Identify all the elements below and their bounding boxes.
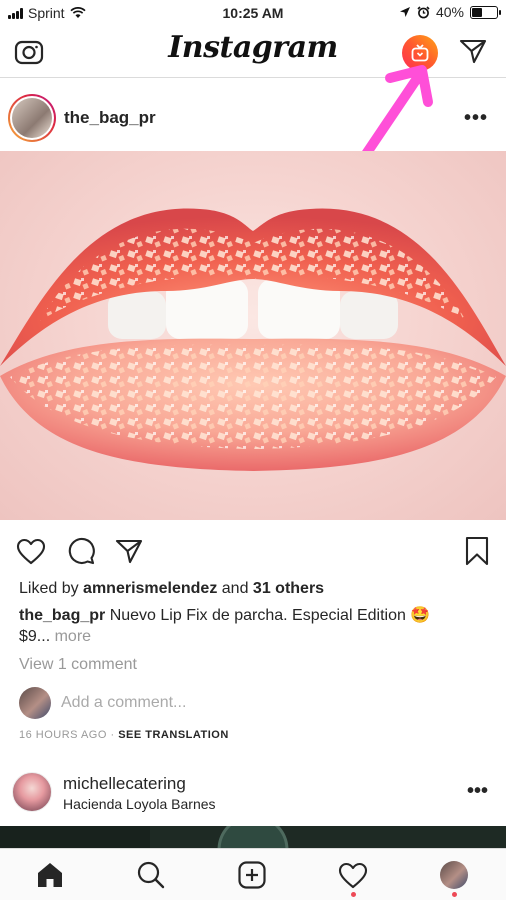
- likes-summary: Liked by amnerismelendez and 31 others: [19, 578, 324, 599]
- liked-prefix: Liked by: [19, 580, 84, 597]
- location-icon: [399, 7, 410, 17]
- battery-percent: 40%: [435, 4, 464, 20]
- battery-icon: [470, 5, 501, 19]
- direct-message-icon: [459, 39, 487, 64]
- meta-separator: ·: [106, 729, 119, 741]
- liked-user[interactable]: amnerismelendez: [83, 580, 217, 597]
- home-icon: [38, 863, 62, 887]
- next-post-header: michellecatering Hacienda Loyola Barnes …: [0, 766, 506, 826]
- share-icon: [115, 539, 143, 564]
- direct-message-button[interactable]: [456, 34, 490, 68]
- post-image[interactable]: [0, 151, 506, 520]
- comment-icon: [68, 537, 95, 565]
- next-post-more-options[interactable]: •••: [467, 780, 488, 803]
- bottom-nav: [0, 848, 506, 900]
- nav-activity[interactable]: [335, 857, 371, 897]
- status-bar: Sprint 10:25 AM 40%: [0, 0, 506, 26]
- nav-profile[interactable]: [436, 857, 472, 897]
- next-post-avatar[interactable]: [12, 772, 52, 812]
- comment-button[interactable]: [64, 534, 98, 568]
- add-comment-row[interactable]: Add a comment...: [19, 686, 186, 720]
- add-comment-input[interactable]: Add a comment...: [61, 694, 186, 712]
- post-more-options[interactable]: •••: [464, 107, 488, 130]
- new-post-icon: [238, 861, 266, 889]
- status-icons: 40%: [399, 4, 501, 20]
- profile-notification-dot: [451, 892, 457, 897]
- nav-search[interactable]: [133, 857, 169, 893]
- caption-more-link[interactable]: more: [55, 628, 91, 645]
- alarm-icon: [417, 5, 430, 18]
- heart-icon: [16, 538, 46, 564]
- next-photo-preview: [0, 826, 289, 848]
- post-actions: [0, 522, 506, 578]
- lips-photo: [0, 208, 506, 471]
- post-time: 16 HOURS AGO: [19, 729, 107, 741]
- profile-icon: [440, 861, 468, 889]
- share-button[interactable]: [112, 534, 146, 568]
- see-translation-link[interactable]: SEE TRANSLATION: [118, 729, 229, 741]
- caption-username[interactable]: the_bag_pr: [19, 607, 105, 624]
- post-caption: the_bag_pr Nuevo Lip Fix de parcha. Espe…: [19, 605, 489, 647]
- post-meta: 16 HOURS AGO · SEE TRANSLATION: [19, 729, 229, 741]
- save-button[interactable]: [460, 534, 494, 568]
- battery-fill: [472, 7, 482, 17]
- nav-new-post[interactable]: [234, 857, 270, 893]
- liked-others[interactable]: 31 others: [253, 580, 324, 597]
- next-post-location[interactable]: Hacienda Loyola Barnes: [63, 796, 216, 812]
- liked-mid: and: [217, 580, 253, 597]
- bookmark-icon: [465, 536, 489, 566]
- activity-notification-dot: [350, 892, 356, 897]
- next-post-image[interactable]: [0, 826, 506, 848]
- post-header: the_bag_pr •••: [0, 79, 506, 151]
- activity-icon: [338, 862, 368, 888]
- post-avatar[interactable]: [8, 94, 56, 142]
- view-comments-link[interactable]: View 1 comment: [19, 654, 137, 675]
- current-user-avatar: [19, 687, 51, 719]
- like-button[interactable]: [14, 534, 48, 568]
- nav-home[interactable]: [32, 857, 68, 893]
- post-username[interactable]: the_bag_pr: [64, 108, 156, 128]
- next-post-username[interactable]: michellecatering: [63, 774, 186, 794]
- search-icon: [137, 861, 165, 889]
